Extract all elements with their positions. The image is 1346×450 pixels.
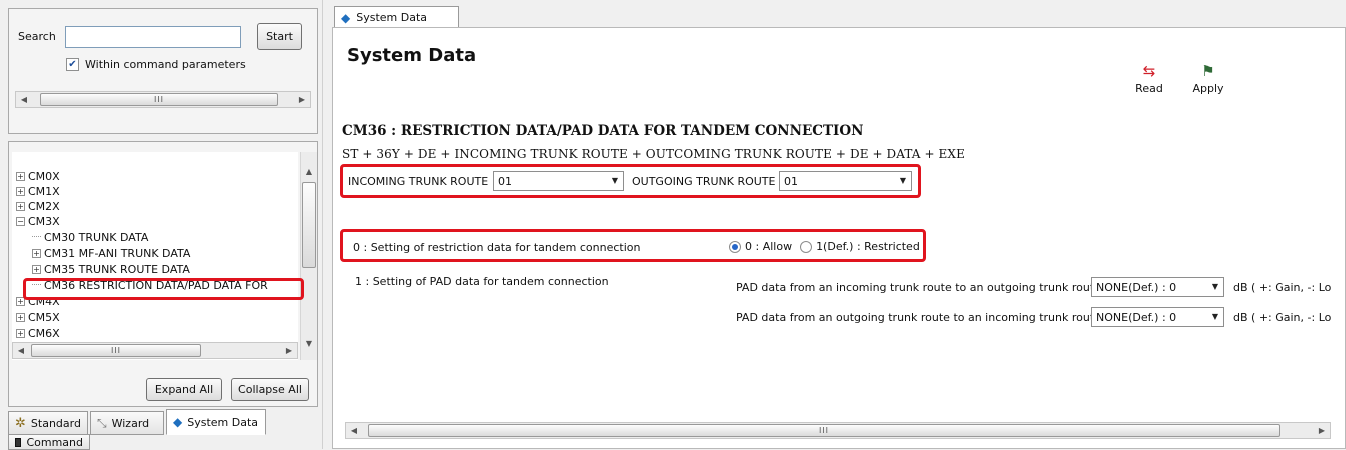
scroll-right-arrow-icon[interactable]: ▶: [294, 92, 310, 107]
tree-node-cm1x[interactable]: + CM1X: [16, 184, 60, 198]
scroll-right-arrow-icon[interactable]: ▶: [281, 343, 297, 358]
tree-connector: [32, 230, 41, 237]
tree-node-label: CM35 TRUNK ROUTE DATA: [44, 262, 190, 276]
tree-node-label: CM2X: [28, 199, 60, 213]
expand-icon[interactable]: +: [16, 328, 25, 338]
tab-label: System Data: [187, 415, 259, 429]
tree-node-cm2x[interactable]: + CM2X: [16, 199, 60, 213]
command-tree[interactable]: + CM0X + CM1X + CM2X − CM3X CM30 TRUNK D…: [12, 152, 298, 360]
document-tab-system-data[interactable]: ◆ System Data: [334, 6, 459, 28]
search-hscrollbar[interactable]: ◀ III ▶: [15, 91, 311, 108]
chevron-down-icon: ▼: [1211, 282, 1218, 291]
pad-in-to-out-unit: dB ( +: Gain, -: Lo: [1233, 281, 1332, 294]
system-data-panel: System Data ⇆ Read ⚑ Apply CM36 : RESTRI…: [332, 27, 1346, 449]
tab-wizard[interactable]: ⤡ Wizard: [90, 411, 164, 435]
expand-icon[interactable]: +: [32, 248, 41, 258]
pad-in-to-out-value: NONE(Def.) : 0: [1096, 280, 1177, 294]
tree-node-cm0x[interactable]: + CM0X: [16, 169, 60, 183]
search-input[interactable]: [65, 26, 241, 48]
navigator-tabs: ✲ Standard ⤡ Wizard ◆ System Data Comman…: [8, 409, 318, 450]
expand-icon[interactable]: +: [16, 312, 25, 322]
tree-node-label: CM5X: [28, 310, 60, 324]
cube-icon: ◆: [341, 10, 351, 25]
within-checkbox[interactable]: ✔: [66, 58, 79, 71]
cube-icon: ◆: [173, 415, 183, 429]
tab-command[interactable]: Command: [8, 434, 90, 450]
apply-icon: ⚑: [1201, 62, 1215, 80]
apply-button[interactable]: ⚑ Apply: [1188, 62, 1228, 96]
pad-in-to-out-label: PAD data from an incoming trunk route to…: [736, 281, 1101, 294]
tree-node-cm30[interactable]: CM30 TRUNK DATA: [32, 230, 148, 244]
tree-node-cm3x[interactable]: − CM3X: [16, 214, 60, 228]
scroll-up-arrow-icon[interactable]: ▲: [301, 164, 317, 179]
tree-vscrollbar[interactable]: ▲ ▼: [300, 152, 317, 360]
tree-node-label: CM30 TRUNK DATA: [44, 230, 149, 244]
page-title: System Data: [347, 45, 477, 66]
pad-out-to-in-select[interactable]: NONE(Def.) : 0 ▼: [1091, 307, 1224, 327]
splitter[interactable]: [322, 0, 330, 449]
scroll-thumb[interactable]: III: [368, 424, 1280, 437]
tree-node-cm35[interactable]: + CM35 TRUNK ROUTE DATA: [32, 262, 190, 276]
pad-out-to-in-unit: dB ( +: Gain, -: Lo: [1233, 311, 1332, 324]
scroll-thumb[interactable]: III: [31, 344, 201, 357]
restriction-highlight: [340, 229, 926, 262]
tree-node-label: CM0X: [28, 169, 60, 183]
scroll-thumb[interactable]: [302, 182, 316, 268]
collapse-icon[interactable]: −: [16, 216, 25, 226]
tree-node-cm31[interactable]: + CM31 MF-ANI TRUNK DATA: [32, 246, 190, 260]
read-label: Read: [1135, 82, 1163, 95]
tree-panel: + CM0X + CM1X + CM2X − CM3X CM30 TRUNK D…: [8, 141, 318, 407]
wand-icon: ⤡: [97, 415, 107, 430]
scroll-down-arrow-icon[interactable]: ▼: [301, 336, 317, 351]
pad-label: 1 : Setting of PAD data for tandem conne…: [355, 275, 609, 288]
scroll-left-arrow-icon[interactable]: ◀: [16, 92, 32, 107]
expand-icon[interactable]: +: [16, 171, 25, 181]
expand-icon[interactable]: +: [16, 186, 25, 196]
tab-standard[interactable]: ✲ Standard: [8, 411, 88, 435]
tab-label: Standard: [30, 416, 81, 430]
search-panel: Search Start ✔ Within command parameters…: [8, 8, 318, 134]
scroll-thumb[interactable]: III: [40, 93, 278, 106]
scroll-left-arrow-icon[interactable]: ◀: [346, 423, 362, 438]
expand-all-button[interactable]: Expand All: [146, 378, 222, 401]
document-tab-label: System Data: [356, 11, 428, 24]
within-command-parameters[interactable]: ✔ Within command parameters: [66, 58, 246, 71]
command-syntax: ST + 36Y + DE + INCOMING TRUNK ROUTE + O…: [342, 147, 965, 161]
tree-node-label: CM6X: [28, 326, 60, 340]
read-button[interactable]: ⇆ Read: [1129, 62, 1169, 96]
pad-out-to-in-label: PAD data from an outgoing trunk route to…: [736, 311, 1101, 324]
search-label: Search: [18, 30, 56, 43]
tree-node-label: CM31 MF-ANI TRUNK DATA: [44, 246, 191, 260]
pad-in-to-out-select[interactable]: NONE(Def.) : 0 ▼: [1091, 277, 1224, 297]
apply-label: Apply: [1192, 82, 1224, 95]
tree-node-label: CM3X: [28, 214, 60, 228]
command-heading: CM36 : RESTRICTION DATA/PAD DATA FOR TAN…: [342, 123, 864, 139]
tab-label: Wizard: [111, 416, 150, 430]
tree-node-label: CM1X: [28, 184, 60, 198]
tree-node-cm6x[interactable]: + CM6X: [16, 326, 60, 340]
tree-hscrollbar[interactable]: ◀ III ▶: [12, 342, 298, 359]
pad-out-to-in-value: NONE(Def.) : 0: [1096, 310, 1177, 324]
tab-system-data[interactable]: ◆ System Data: [166, 409, 266, 435]
scroll-left-arrow-icon[interactable]: ◀: [13, 343, 29, 358]
within-checkbox-label: Within command parameters: [85, 58, 246, 71]
left-pane: Search Start ✔ Within command parameters…: [0, 0, 322, 450]
cm36-highlight: [23, 278, 304, 300]
tree-node-cm5x[interactable]: + CM5X: [16, 310, 60, 324]
expand-icon[interactable]: +: [32, 264, 41, 274]
chevron-down-icon: ▼: [1211, 312, 1218, 321]
content-hscrollbar[interactable]: ◀ III ▶: [345, 422, 1331, 439]
scroll-right-arrow-icon[interactable]: ▶: [1314, 423, 1330, 438]
terminal-icon: [15, 437, 22, 447]
expand-icon[interactable]: +: [16, 201, 25, 211]
collapse-all-button[interactable]: Collapse All: [231, 378, 309, 401]
start-button[interactable]: Start: [257, 23, 302, 50]
tab-label: Command: [26, 435, 83, 449]
read-icon: ⇆: [1142, 62, 1156, 80]
route-highlight: [340, 164, 921, 198]
gear-icon: ✲: [15, 415, 26, 431]
